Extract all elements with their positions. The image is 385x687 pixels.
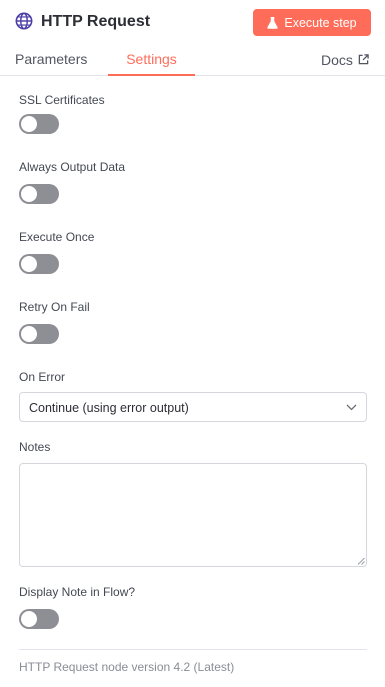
- retry-on-fail-toggle[interactable]: [19, 324, 59, 344]
- on-error-select[interactable]: Continue (using error output): [19, 392, 367, 422]
- always-output-data-label: Always Output Data: [19, 160, 126, 174]
- chevron-down-icon: [346, 404, 357, 411]
- notes-textarea[interactable]: [19, 463, 367, 567]
- toggle-knob: [21, 611, 37, 627]
- tab-bar: Parameters Settings Docs: [0, 44, 385, 76]
- footer-divider: [19, 649, 367, 650]
- display-note-label: Display Note in Flow?: [19, 585, 136, 599]
- docs-label: Docs: [321, 51, 353, 68]
- execute-once-label: Execute Once: [19, 230, 95, 244]
- display-note-toggle[interactable]: [19, 609, 59, 629]
- toggle-knob: [21, 326, 37, 342]
- execute-once-toggle[interactable]: [19, 254, 59, 274]
- toggle-knob: [21, 116, 37, 132]
- flask-icon: [267, 16, 278, 29]
- execute-step-label: Execute step: [284, 15, 357, 30]
- notes-label: Notes: [19, 440, 51, 454]
- node-version-text: HTTP Request node version 4.2 (Latest): [19, 660, 235, 674]
- tab-parameters[interactable]: Parameters: [15, 44, 87, 75]
- retry-on-fail-label: Retry On Fail: [19, 300, 90, 314]
- toggle-knob: [21, 256, 37, 272]
- globe-icon: [15, 12, 33, 30]
- settings-panel: SSL Certificates Always Output Data Exec…: [0, 76, 385, 687]
- on-error-label: On Error: [19, 370, 66, 384]
- external-link-icon: [358, 54, 369, 65]
- toggle-knob: [21, 186, 37, 202]
- tab-docs[interactable]: Docs: [321, 44, 369, 75]
- tab-settings[interactable]: Settings: [108, 44, 195, 76]
- always-output-data-toggle[interactable]: [19, 184, 59, 204]
- resize-handle-icon[interactable]: [357, 557, 365, 565]
- node-title: HTTP Request: [41, 13, 151, 30]
- ssl-certificates-label: SSL Certificates: [19, 93, 105, 107]
- execute-step-button[interactable]: Execute step: [253, 9, 371, 36]
- ssl-certificates-toggle[interactable]: [19, 114, 59, 134]
- on-error-value: Continue (using error output): [29, 401, 189, 415]
